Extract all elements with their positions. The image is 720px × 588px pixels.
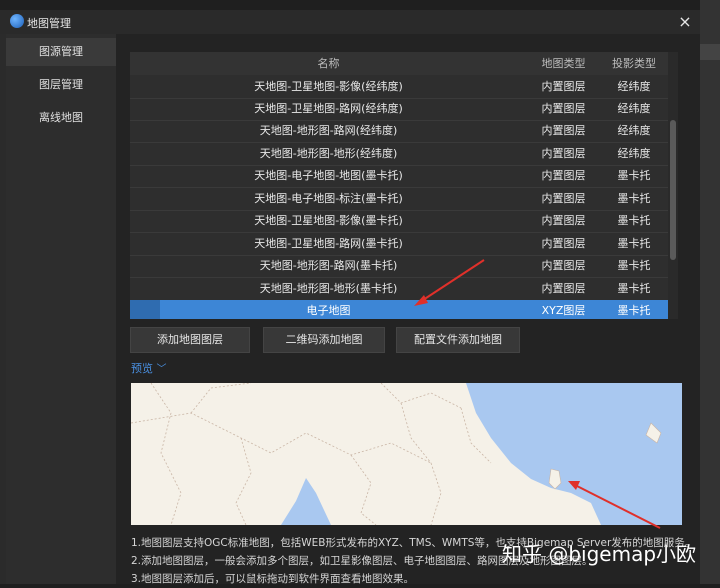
table-row[interactable]: 天地图-电子地图-地图(墨卡托) 内置图层 墨卡托 xyxy=(130,165,668,188)
cell-map-type: 内置图层 xyxy=(541,282,586,295)
dialog-titlebar[interactable]: 地图管理 × xyxy=(0,10,700,34)
config-file-add-map-button[interactable]: 配置文件添加地图 xyxy=(396,327,520,353)
sidebar-item-layer-management[interactable]: 图层管理 xyxy=(6,71,116,99)
table-row[interactable]: 天地图-地形图-地形(经纬度) 内置图层 经纬度 xyxy=(130,143,668,166)
cell-name: 天地图-地形图-路网(经纬度) xyxy=(259,124,398,137)
cell-map-type: 内置图层 xyxy=(541,259,586,272)
cell-projection: 墨卡托 xyxy=(617,282,651,295)
background-window-edge xyxy=(700,0,720,584)
cell-name: 电子地图 xyxy=(306,304,351,317)
table-row[interactable]: 天地图-地形图-路网(墨卡托) 内置图层 墨卡托 xyxy=(130,255,668,278)
table-row[interactable]: 天地图-地形图-路网(经纬度) 内置图层 经纬度 xyxy=(130,120,668,143)
table-row[interactable]: 天地图-地形图-地形(墨卡托) 内置图层 墨卡托 xyxy=(130,278,668,301)
sidebar-item-label: 图源管理 xyxy=(39,45,83,58)
sidebar: 图源管理 图层管理 离线地图 xyxy=(6,34,116,584)
map-preview-graphic xyxy=(131,383,682,525)
sidebar-item-label: 离线地图 xyxy=(39,111,83,124)
background-button xyxy=(700,44,720,60)
column-header-map-type[interactable]: 地图类型 xyxy=(527,52,600,75)
map-source-table: 名称 地图类型 投影类型 天地图-卫星地图-影像(经纬度) 内置图层 经纬度 天… xyxy=(130,52,678,319)
cell-projection: 经纬度 xyxy=(617,80,651,93)
cell-map-type: 内置图层 xyxy=(541,192,586,205)
add-map-layer-button[interactable]: 添加地图图层 xyxy=(130,327,250,353)
scrollbar-thumb[interactable] xyxy=(670,120,676,260)
table-scrollbar[interactable] xyxy=(668,52,678,319)
cell-name: 天地图-卫星地图-影像(墨卡托) xyxy=(254,214,403,227)
cell-name: 天地图-地形图-地形(经纬度) xyxy=(259,147,398,160)
preview-label: 预览 xyxy=(131,362,153,375)
qr-add-map-button[interactable]: 二维码添加地图 xyxy=(263,327,385,353)
column-header-name[interactable]: 名称 xyxy=(130,52,527,75)
cell-name: 天地图-地形图-路网(墨卡托) xyxy=(259,259,398,272)
watermark: 知乎 @bigemap小欧 xyxy=(502,538,696,567)
note-3: 3.地图图层添加后，可以鼠标拖动到软件界面查看地图效果。 xyxy=(131,573,415,585)
cell-projection: 经纬度 xyxy=(617,124,651,137)
cell-projection: 墨卡托 xyxy=(617,304,651,317)
column-header-projection[interactable]: 投影类型 xyxy=(600,52,668,75)
table-row[interactable]: 天地图-卫星地图-影像(墨卡托) 内置图层 墨卡托 xyxy=(130,210,668,233)
cell-map-type: XYZ图层 xyxy=(541,304,586,317)
cell-map-type: 内置图层 xyxy=(541,214,586,227)
map-preview[interactable] xyxy=(131,383,682,525)
sidebar-item-label: 图层管理 xyxy=(39,78,83,91)
cell-projection: 墨卡托 xyxy=(617,237,651,250)
table-row[interactable]: 天地图-卫星地图-路网(经纬度) 内置图层 经纬度 xyxy=(130,98,668,121)
cell-name: 天地图-地形图-地形(墨卡托) xyxy=(259,282,398,295)
app-logo-icon xyxy=(10,14,24,28)
watermark-text: 知乎 @bigemap小欧 xyxy=(502,542,697,566)
cell-name: 天地图-电子地图-标注(墨卡托) xyxy=(254,192,403,205)
sidebar-item-source-management[interactable]: 图源管理 xyxy=(6,38,116,66)
close-button[interactable]: × xyxy=(674,11,696,33)
preview-toggle[interactable]: 预览 ﹀ xyxy=(131,360,167,376)
cell-map-type: 内置图层 xyxy=(541,124,586,137)
cell-map-type: 内置图层 xyxy=(541,102,586,115)
table-header: 名称 地图类型 投影类型 xyxy=(130,52,668,75)
cell-projection: 墨卡托 xyxy=(617,214,651,227)
cell-map-type: 内置图层 xyxy=(541,147,586,160)
cell-projection: 墨卡托 xyxy=(617,259,651,272)
chevron-down-icon: ﹀ xyxy=(156,364,167,375)
cell-projection: 经纬度 xyxy=(617,147,651,160)
table-row-selected[interactable]: 电子地图 XYZ图层 墨卡托 xyxy=(130,300,668,319)
cell-projection: 墨卡托 xyxy=(617,169,651,182)
cell-map-type: 内置图层 xyxy=(541,169,586,182)
cell-name: 天地图-卫星地图-影像(经纬度) xyxy=(254,80,403,93)
cell-map-type: 内置图层 xyxy=(541,237,586,250)
cell-name: 天地图-电子地图-地图(墨卡托) xyxy=(254,169,403,182)
table-row[interactable]: 天地图-电子地图-标注(墨卡托) 内置图层 墨卡托 xyxy=(130,188,668,211)
cell-projection: 经纬度 xyxy=(617,102,651,115)
cell-projection: 墨卡托 xyxy=(617,192,651,205)
cell-name: 天地图-卫星地图-路网(墨卡托) xyxy=(254,237,403,250)
dialog-title: 地图管理 xyxy=(27,17,71,30)
sidebar-item-offline-map[interactable]: 离线地图 xyxy=(6,104,116,132)
table-row[interactable]: 天地图-卫星地图-路网(墨卡托) 内置图层 墨卡托 xyxy=(130,233,668,256)
table-row[interactable]: 天地图-卫星地图-影像(经纬度) 内置图层 经纬度 xyxy=(130,76,668,99)
cell-name: 天地图-卫星地图-路网(经纬度) xyxy=(254,102,403,115)
cell-map-type: 内置图层 xyxy=(541,80,586,93)
